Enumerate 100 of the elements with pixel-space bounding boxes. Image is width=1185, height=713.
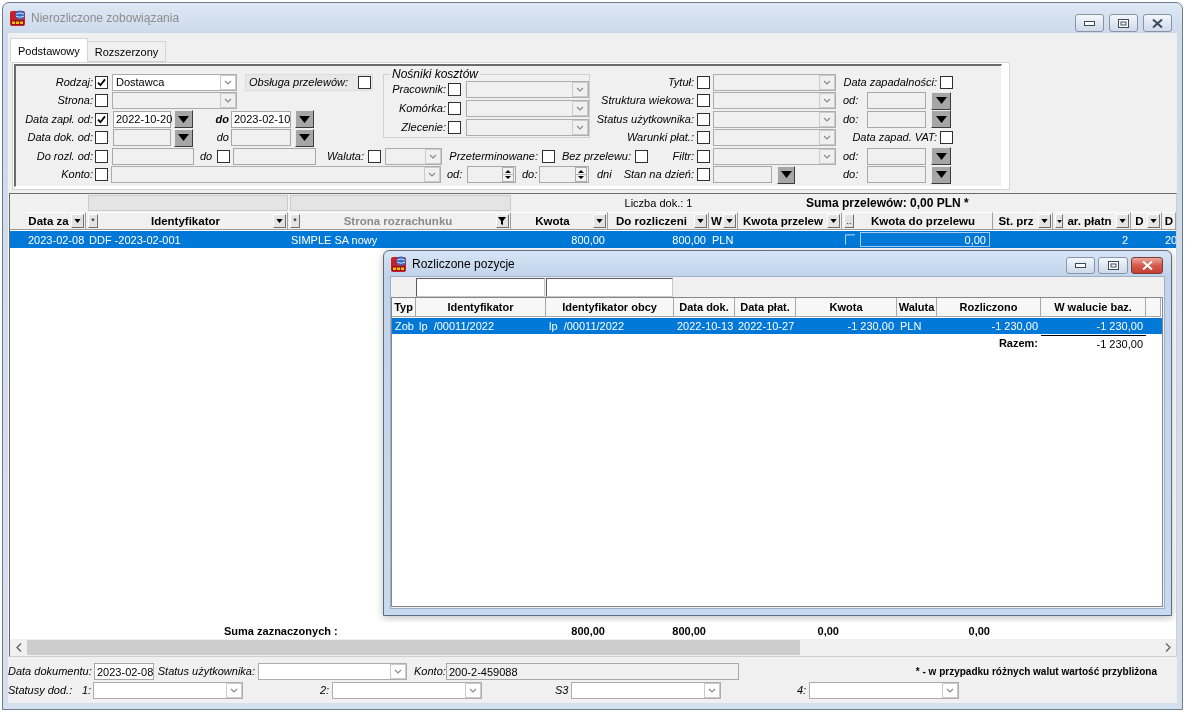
minimize-button[interactable]: [1066, 256, 1095, 274]
column-menu-button[interactable]: [1116, 214, 1129, 228]
dropdown-button[interactable]: [931, 91, 951, 110]
checkbox[interactable]: [95, 94, 108, 108]
checkbox[interactable]: [358, 75, 371, 89]
tab[interactable]: Rozszerzony: [86, 41, 167, 62]
dropdown-button[interactable]: [931, 147, 951, 166]
date-field[interactable]: [867, 92, 926, 110]
dropdown-button[interactable]: [777, 165, 795, 184]
date-field[interactable]: 2023-02-10: [231, 110, 291, 128]
column-button[interactable]: ..: [844, 214, 854, 228]
filter-input[interactable]: [546, 277, 673, 297]
minimize-button[interactable]: [1075, 14, 1104, 32]
column-menu-button[interactable]: [71, 214, 84, 228]
dropdown-button[interactable]: [931, 110, 951, 129]
column-title: Data za: [28, 215, 69, 227]
column-menu-button[interactable]: [723, 214, 736, 228]
column-header[interactable]: Data za: [25, 212, 86, 229]
column-header[interactable]: Do rozliczeni: [608, 212, 709, 229]
column-header[interactable]: Rozliczono: [937, 298, 1041, 317]
column-menu-button[interactable]: [1147, 214, 1160, 228]
combo-box[interactable]: Dostawca: [112, 73, 237, 91]
column-header[interactable]: Identyfikator obcy: [546, 298, 674, 317]
checkbox[interactable]: [95, 149, 108, 163]
column-menu-button[interactable]: [694, 214, 707, 228]
column-title: Do rozliczeni: [616, 215, 687, 227]
maximize-button[interactable]: [1109, 14, 1138, 32]
date-field[interactable]: [867, 166, 926, 184]
date-field[interactable]: 2023-02-08: [94, 663, 154, 680]
column-menu-button[interactable]: [1038, 214, 1051, 228]
chevron-down-icon: [424, 167, 440, 183]
dropdown-button[interactable]: [931, 165, 951, 184]
checkbox[interactable]: [697, 168, 710, 182]
dropdown-button[interactable]: [174, 128, 193, 147]
close-button[interactable]: [1143, 14, 1172, 32]
column-header[interactable]: W: [709, 212, 738, 229]
field-label: Przeterminowane:: [448, 149, 538, 163]
checkbox[interactable]: [940, 131, 953, 145]
maximize-button[interactable]: [1098, 256, 1128, 274]
text-field[interactable]: [112, 147, 194, 165]
checkbox[interactable]: [697, 94, 710, 108]
dropdown-button[interactable]: [174, 110, 193, 129]
checkbox[interactable]: [697, 75, 710, 89]
field-label: do:: [843, 168, 860, 182]
date-field[interactable]: 2022-10-20: [113, 110, 171, 128]
checkbox[interactable]: [448, 102, 461, 115]
date-field[interactable]: [113, 129, 171, 147]
table-row[interactable]: 2023-02-08 DDF -2023-02-001 SIMPLE SA nowy 800,00 800,00 PLN 0,00 2 20: [10, 231, 1176, 248]
checkbox[interactable]: [697, 112, 710, 126]
close-button[interactable]: [1131, 256, 1163, 274]
column-header[interactable]: ar. płatn: [1053, 212, 1131, 229]
column-menu-button[interactable]: [273, 214, 286, 228]
text-field[interactable]: [233, 147, 316, 165]
checkbox[interactable]: [697, 149, 710, 163]
triangle-down-icon: [1041, 219, 1048, 223]
date-field[interactable]: [231, 129, 291, 147]
text-field[interactable]: 200-2-459088: [446, 663, 739, 680]
spin-field[interactable]: [539, 166, 589, 184]
column-header[interactable]: W walucie baz.: [1041, 298, 1146, 317]
spin-field[interactable]: [467, 166, 516, 184]
checkbox[interactable]: [542, 149, 555, 163]
tab[interactable]: Podstawowy: [10, 38, 88, 62]
column-menu-button[interactable]: [1055, 214, 1063, 228]
checkbox[interactable]: [368, 149, 381, 163]
dropdown-button[interactable]: [295, 128, 314, 147]
checkbox[interactable]: [940, 75, 953, 89]
column-header[interactable]: .. Kwota do przelewu: [842, 212, 993, 229]
checkbox[interactable]: [448, 83, 461, 96]
filter-input[interactable]: [416, 277, 545, 297]
field-label: dni: [597, 168, 613, 182]
checkbox[interactable]: [95, 75, 108, 89]
triangle-down-icon: [596, 219, 603, 223]
checkbox[interactable]: [95, 168, 108, 182]
date-field[interactable]: [867, 147, 926, 165]
chevron-left-icon[interactable]: [15, 643, 22, 652]
column-header[interactable]: Typ: [392, 298, 416, 317]
checkbox[interactable]: [217, 149, 230, 163]
table-row[interactable]: Zob lp /00011/2022 lp /00011/2022 2022-10-13 2022-10-27 -1 230,00 PLN -1 230,00 -1 230,00: [392, 318, 1162, 334]
date-field[interactable]: [713, 166, 772, 184]
checkbox[interactable]: [448, 121, 461, 134]
column-header[interactable]: Data dok.: [674, 298, 735, 317]
amount-input[interactable]: 0,00: [860, 232, 990, 247]
column-button[interactable]: *: [88, 214, 98, 228]
scrollbar-thumb[interactable]: [27, 640, 800, 655]
column-header[interactable]: Waluta: [897, 298, 937, 317]
checkbox[interactable]: [635, 149, 648, 163]
checkbox[interactable]: [697, 131, 710, 145]
column-header[interactable]: * Identyfikator: [86, 212, 288, 229]
checkbox[interactable]: [95, 131, 108, 145]
column-header[interactable]: St. prz: [993, 212, 1053, 229]
date-field[interactable]: [867, 110, 926, 128]
checkbox[interactable]: [95, 112, 108, 126]
column-header[interactable]: Identyfikator: [416, 298, 546, 317]
field-label: do: [214, 112, 229, 126]
column-menu-button[interactable]: [593, 214, 606, 228]
chevron-right-icon[interactable]: [1164, 643, 1171, 652]
column-header[interactable]: D: [1131, 212, 1162, 229]
dropdown-button[interactable]: [295, 110, 314, 129]
column-header[interactable]: Kwota: [511, 212, 608, 229]
field-label: Status użytkownika:: [157, 665, 255, 678]
